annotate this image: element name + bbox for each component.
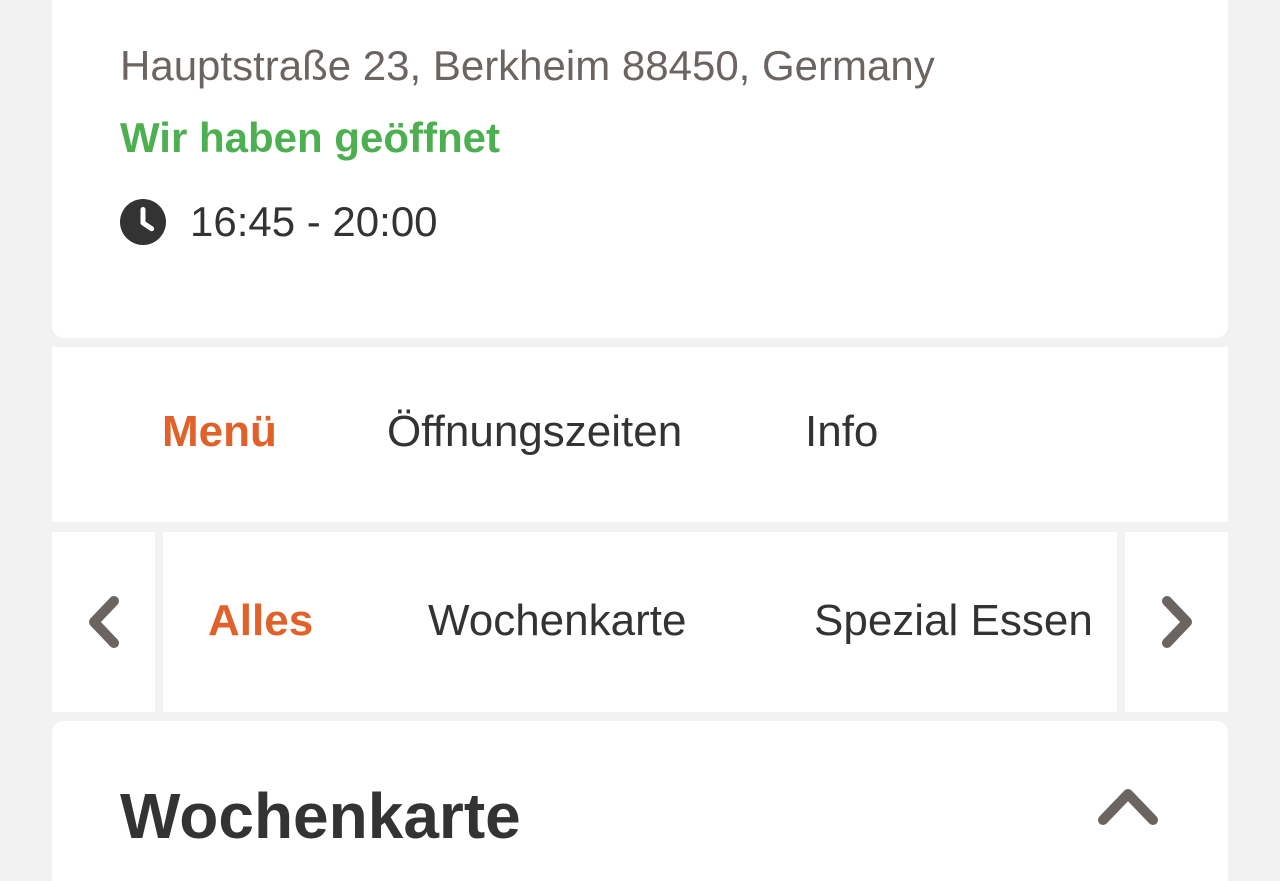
section-collapse-button[interactable] [1092,779,1164,833]
restaurant-tabs: Menü Öffnungszeiten Info [52,347,1228,522]
clock-icon [120,199,166,245]
opening-hours-row: 16:45 - 20:00 [120,194,438,250]
category-strip: Alles Wochenkarte Spezial Essen [163,532,1117,712]
open-status-text: Wir haben geöffnet [120,114,500,161]
category-item-alles[interactable]: Alles [208,596,313,646]
section-title: Wochenkarte [120,780,521,852]
tab-info[interactable]: Info [805,407,878,457]
restaurant-address: Hauptstraße 23, Berkheim 88450, Germany [120,42,935,89]
category-item-wochenkarte[interactable]: Wochenkarte [428,596,686,646]
category-prev-button[interactable] [52,532,155,712]
chevron-up-icon [1098,789,1158,825]
chevron-right-icon [1161,596,1192,648]
category-next-button[interactable] [1125,532,1228,712]
tab-menu[interactable]: Menü [162,407,277,457]
category-bar: Alles Wochenkarte Spezial Essen [52,532,1228,712]
menu-section-card: Wochenkarte [52,721,1228,881]
category-item-spezial-essen[interactable]: Spezial Essen [814,596,1093,646]
opening-hours-text: 16:45 - 20:00 [190,198,438,245]
restaurant-info-card: Hauptstraße 23, Berkheim 88450, Germany … [52,0,1228,338]
tab-opening-hours[interactable]: Öffnungszeiten [387,407,682,457]
chevron-left-icon [88,596,119,648]
